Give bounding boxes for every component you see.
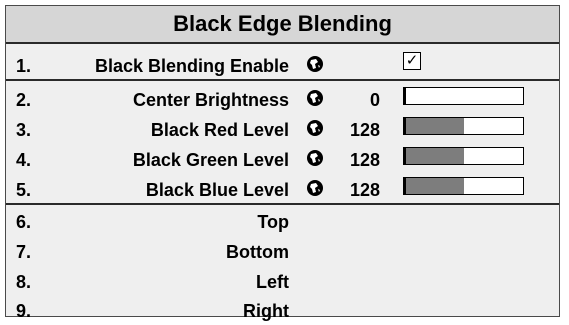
row-number: 5. <box>16 180 32 200</box>
slider-edge <box>404 118 406 134</box>
row-black-blending-enable[interactable]: 1. Black Blending Enable ✓ <box>6 50 559 80</box>
row-label: Right <box>243 301 289 321</box>
black-green-level-slider[interactable] <box>403 147 524 165</box>
slider-fill <box>404 118 464 134</box>
black-blending-enable-checkbox[interactable]: ✓ <box>403 52 421 70</box>
slider-fill <box>404 178 464 194</box>
menu-title: Black Edge Blending <box>6 6 559 42</box>
row-number: 2. <box>16 90 32 110</box>
row-label: Left <box>256 272 289 292</box>
black-red-level-slider[interactable] <box>403 117 524 135</box>
divider <box>6 42 559 44</box>
row-label: Black Green Level <box>132 150 289 170</box>
row-label: Bottom <box>226 242 289 262</box>
slider-edge <box>404 88 406 104</box>
globe-icon <box>307 56 323 72</box>
black-blue-level-slider[interactable] <box>403 177 524 195</box>
slider-edge <box>404 148 406 164</box>
slider-edge <box>404 178 406 194</box>
globe-icon <box>307 120 323 136</box>
row-number: 7. <box>16 242 32 262</box>
globe-icon <box>307 90 323 106</box>
black-edge-blending-menu: Black Edge Blending 1. Black Blending En… <box>5 5 560 321</box>
row-number: 4. <box>16 150 32 170</box>
row-label: Black Red Level <box>150 120 289 140</box>
row-number: 1. <box>16 56 32 76</box>
globe-icon <box>307 150 323 166</box>
globe-icon <box>307 180 323 196</box>
row-label: Top <box>257 212 289 232</box>
row-value: 128 <box>349 150 380 170</box>
divider <box>6 79 559 81</box>
row-black-green-level[interactable]: 4. Black Green Level 128 <box>6 144 559 174</box>
row-number: 9. <box>16 301 32 321</box>
row-value: 128 <box>349 120 380 140</box>
row-label: Black Blue Level <box>145 180 289 200</box>
row-value: 128 <box>349 180 380 200</box>
row-black-red-level[interactable]: 3. Black Red Level 128 <box>6 114 559 144</box>
row-top[interactable]: 6. Top <box>6 206 559 236</box>
row-number: 8. <box>16 272 32 292</box>
divider <box>6 203 559 205</box>
row-bottom[interactable]: 7. Bottom <box>6 236 559 266</box>
slider-fill <box>404 148 464 164</box>
row-right[interactable]: 9. Right <box>6 295 559 325</box>
row-black-blue-level[interactable]: 5. Black Blue Level 128 <box>6 174 559 204</box>
row-center-brightness[interactable]: 2. Center Brightness 0 <box>6 84 559 114</box>
row-number: 6. <box>16 212 32 232</box>
row-label: Center Brightness <box>132 90 289 110</box>
center-brightness-slider[interactable] <box>403 87 524 105</box>
row-left[interactable]: 8. Left <box>6 266 559 296</box>
row-value: 0 <box>369 90 380 110</box>
row-label: Black Blending Enable <box>94 56 289 76</box>
row-number: 3. <box>16 120 32 140</box>
